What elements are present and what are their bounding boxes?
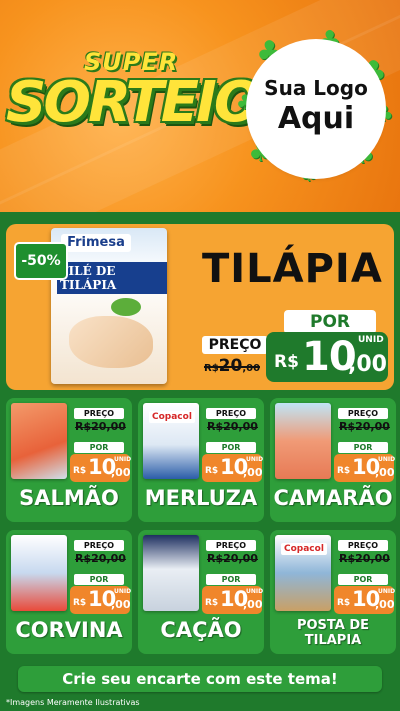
por-label: POR [338, 442, 388, 453]
product-card[interactable]: PREÇO R$20,00 POR R$ 10,00 UNID CAÇÃO [138, 530, 264, 654]
product-card[interactable]: PREÇO R$20,00 POR R$ 10,00 UNID SALMÃO [6, 398, 132, 522]
pack-title: FILÉ DE TILÁPIA [57, 262, 167, 294]
por-label: POR [74, 442, 124, 453]
new-price-box: R$ 10 ,00 UNID [266, 332, 388, 382]
price-decimal: ,00 [243, 466, 263, 479]
new-price-box: R$ 10,00 UNID [70, 454, 132, 482]
preco-label: PREÇO [74, 540, 124, 551]
product-name: POSTA DE TILAPIA [296, 618, 370, 648]
old-price: R$20,00 [339, 420, 390, 433]
price-currency: R$ [337, 466, 351, 476]
price-unit: UNID [358, 335, 384, 345]
product-name: MERLUZA [144, 486, 258, 510]
por-label: POR [74, 574, 124, 585]
featured-product-card[interactable]: -50% Frimesa FILÉ DE TILÁPIA TILÁPIA POR… [6, 224, 394, 390]
price-currency: R$ [274, 352, 299, 372]
old-price-box: PREÇO R$20,00 [336, 540, 392, 570]
brand-line-2: Aqui [277, 101, 355, 136]
preco-label: PREÇO [74, 408, 124, 419]
pack-brand-label: Copacol [281, 543, 327, 555]
old-price: R$20,00 [339, 552, 390, 565]
preco-label: PREÇO [338, 408, 388, 419]
por-label: POR [338, 574, 388, 585]
new-price-box: R$ 10,00 UNID [202, 454, 264, 482]
preco-label: PREÇO [202, 336, 268, 354]
new-price-box: R$ 10,00 UNID [70, 586, 132, 614]
preco-label: PREÇO [338, 540, 388, 551]
price-currency: R$ [205, 466, 219, 476]
product-image [11, 403, 67, 479]
create-flyer-button[interactable]: Crie seu encarte com este tema! [18, 666, 382, 692]
price-unit: UNID [246, 456, 264, 463]
discount-badge: -50% [14, 242, 68, 280]
pack-brand-label: Copacol [149, 411, 195, 423]
price-decimal: ,00 [243, 598, 263, 611]
product-card[interactable]: Copacol PREÇO R$20,00 POR R$ 10,00 UNID MERLUZA [138, 398, 264, 522]
price-unit: UNID [114, 588, 132, 595]
product-name: CORVINA [15, 618, 123, 642]
price-currency: R$ [73, 598, 87, 608]
product-image [275, 403, 331, 479]
pack-garnish [111, 298, 141, 316]
store-logo-placeholder[interactable]: Sua Logo Aqui [250, 43, 382, 175]
pack-brand-label: Frimesa [61, 234, 131, 252]
old-price: R$20,00 [204, 356, 261, 376]
product-image [143, 535, 199, 611]
price-unit: UNID [114, 456, 132, 463]
preco-label: PREÇO [206, 540, 256, 551]
new-price-box: R$ 10,00 UNID [334, 454, 396, 482]
product-image: Frimesa FILÉ DE TILÁPIA [51, 228, 167, 384]
product-image: Copacol [275, 535, 331, 611]
old-price-box: PREÇO R$20,00 [72, 408, 128, 438]
preco-label: PREÇO [206, 408, 256, 419]
header-banner: SUPER SORTEIO ♣ ♣ ♣ ♣ ♣ ♣ ♣ ♣ Sua Logo A… [0, 0, 400, 212]
price-decimal: ,00 [375, 598, 395, 611]
product-name: SALMÃO [19, 486, 119, 510]
old-price-box: PREÇO R$20,00 [204, 408, 260, 438]
old-price: R$20,00 [75, 552, 126, 565]
por-label: POR [284, 310, 376, 334]
price-decimal: ,00 [111, 598, 131, 611]
price-currency: R$ [205, 598, 219, 608]
price-decimal: ,00 [375, 466, 395, 479]
price-currency: R$ [337, 598, 351, 608]
old-price-box: PREÇO R$20,00 [204, 540, 260, 570]
old-price-box: PREÇO R$20,00 [202, 334, 270, 376]
old-price: R$20,00 [75, 420, 126, 433]
product-image: Copacol [143, 403, 199, 479]
old-price-box: PREÇO R$20,00 [336, 408, 392, 438]
product-card[interactable]: Copacol PREÇO R$20,00 POR R$ 10,00 UNID POSTA D… [270, 530, 396, 654]
brand-line-1: Sua Logo [264, 76, 368, 100]
new-price-box: R$ 10,00 UNID [202, 586, 264, 614]
new-price-box: R$ 10,00 UNID [334, 586, 396, 614]
product-name: TILÁPIA [202, 246, 383, 292]
product-image [11, 535, 67, 611]
price-unit: UNID [378, 588, 396, 595]
price-unit: UNID [246, 588, 264, 595]
price-unit: UNID [378, 456, 396, 463]
disclaimer-text: *Imagens Meramente Ilustrativas [6, 698, 140, 707]
por-label: POR [206, 442, 256, 453]
super-sorteio-logo: SUPER SORTEIO [6, 40, 261, 170]
sorteio-label: SORTEIO [6, 70, 261, 135]
pack-fish-fillet [69, 316, 153, 368]
old-price: R$20,00 [207, 552, 258, 565]
por-label: POR [206, 574, 256, 585]
price-currency: R$ [73, 466, 87, 476]
product-name: CAÇÃO [160, 618, 242, 642]
price-decimal: ,00 [348, 352, 387, 377]
product-card[interactable]: PREÇO R$20,00 POR R$ 10,00 UNID CAMARÃO [270, 398, 396, 522]
old-price: R$20,00 [207, 420, 258, 433]
old-price-box: PREÇO R$20,00 [72, 540, 128, 570]
price-decimal: ,00 [111, 466, 131, 479]
product-card[interactable]: PREÇO R$20,00 POR R$ 10,00 UNID CORVINA [6, 530, 132, 654]
product-name: CAMARÃO [273, 486, 393, 510]
